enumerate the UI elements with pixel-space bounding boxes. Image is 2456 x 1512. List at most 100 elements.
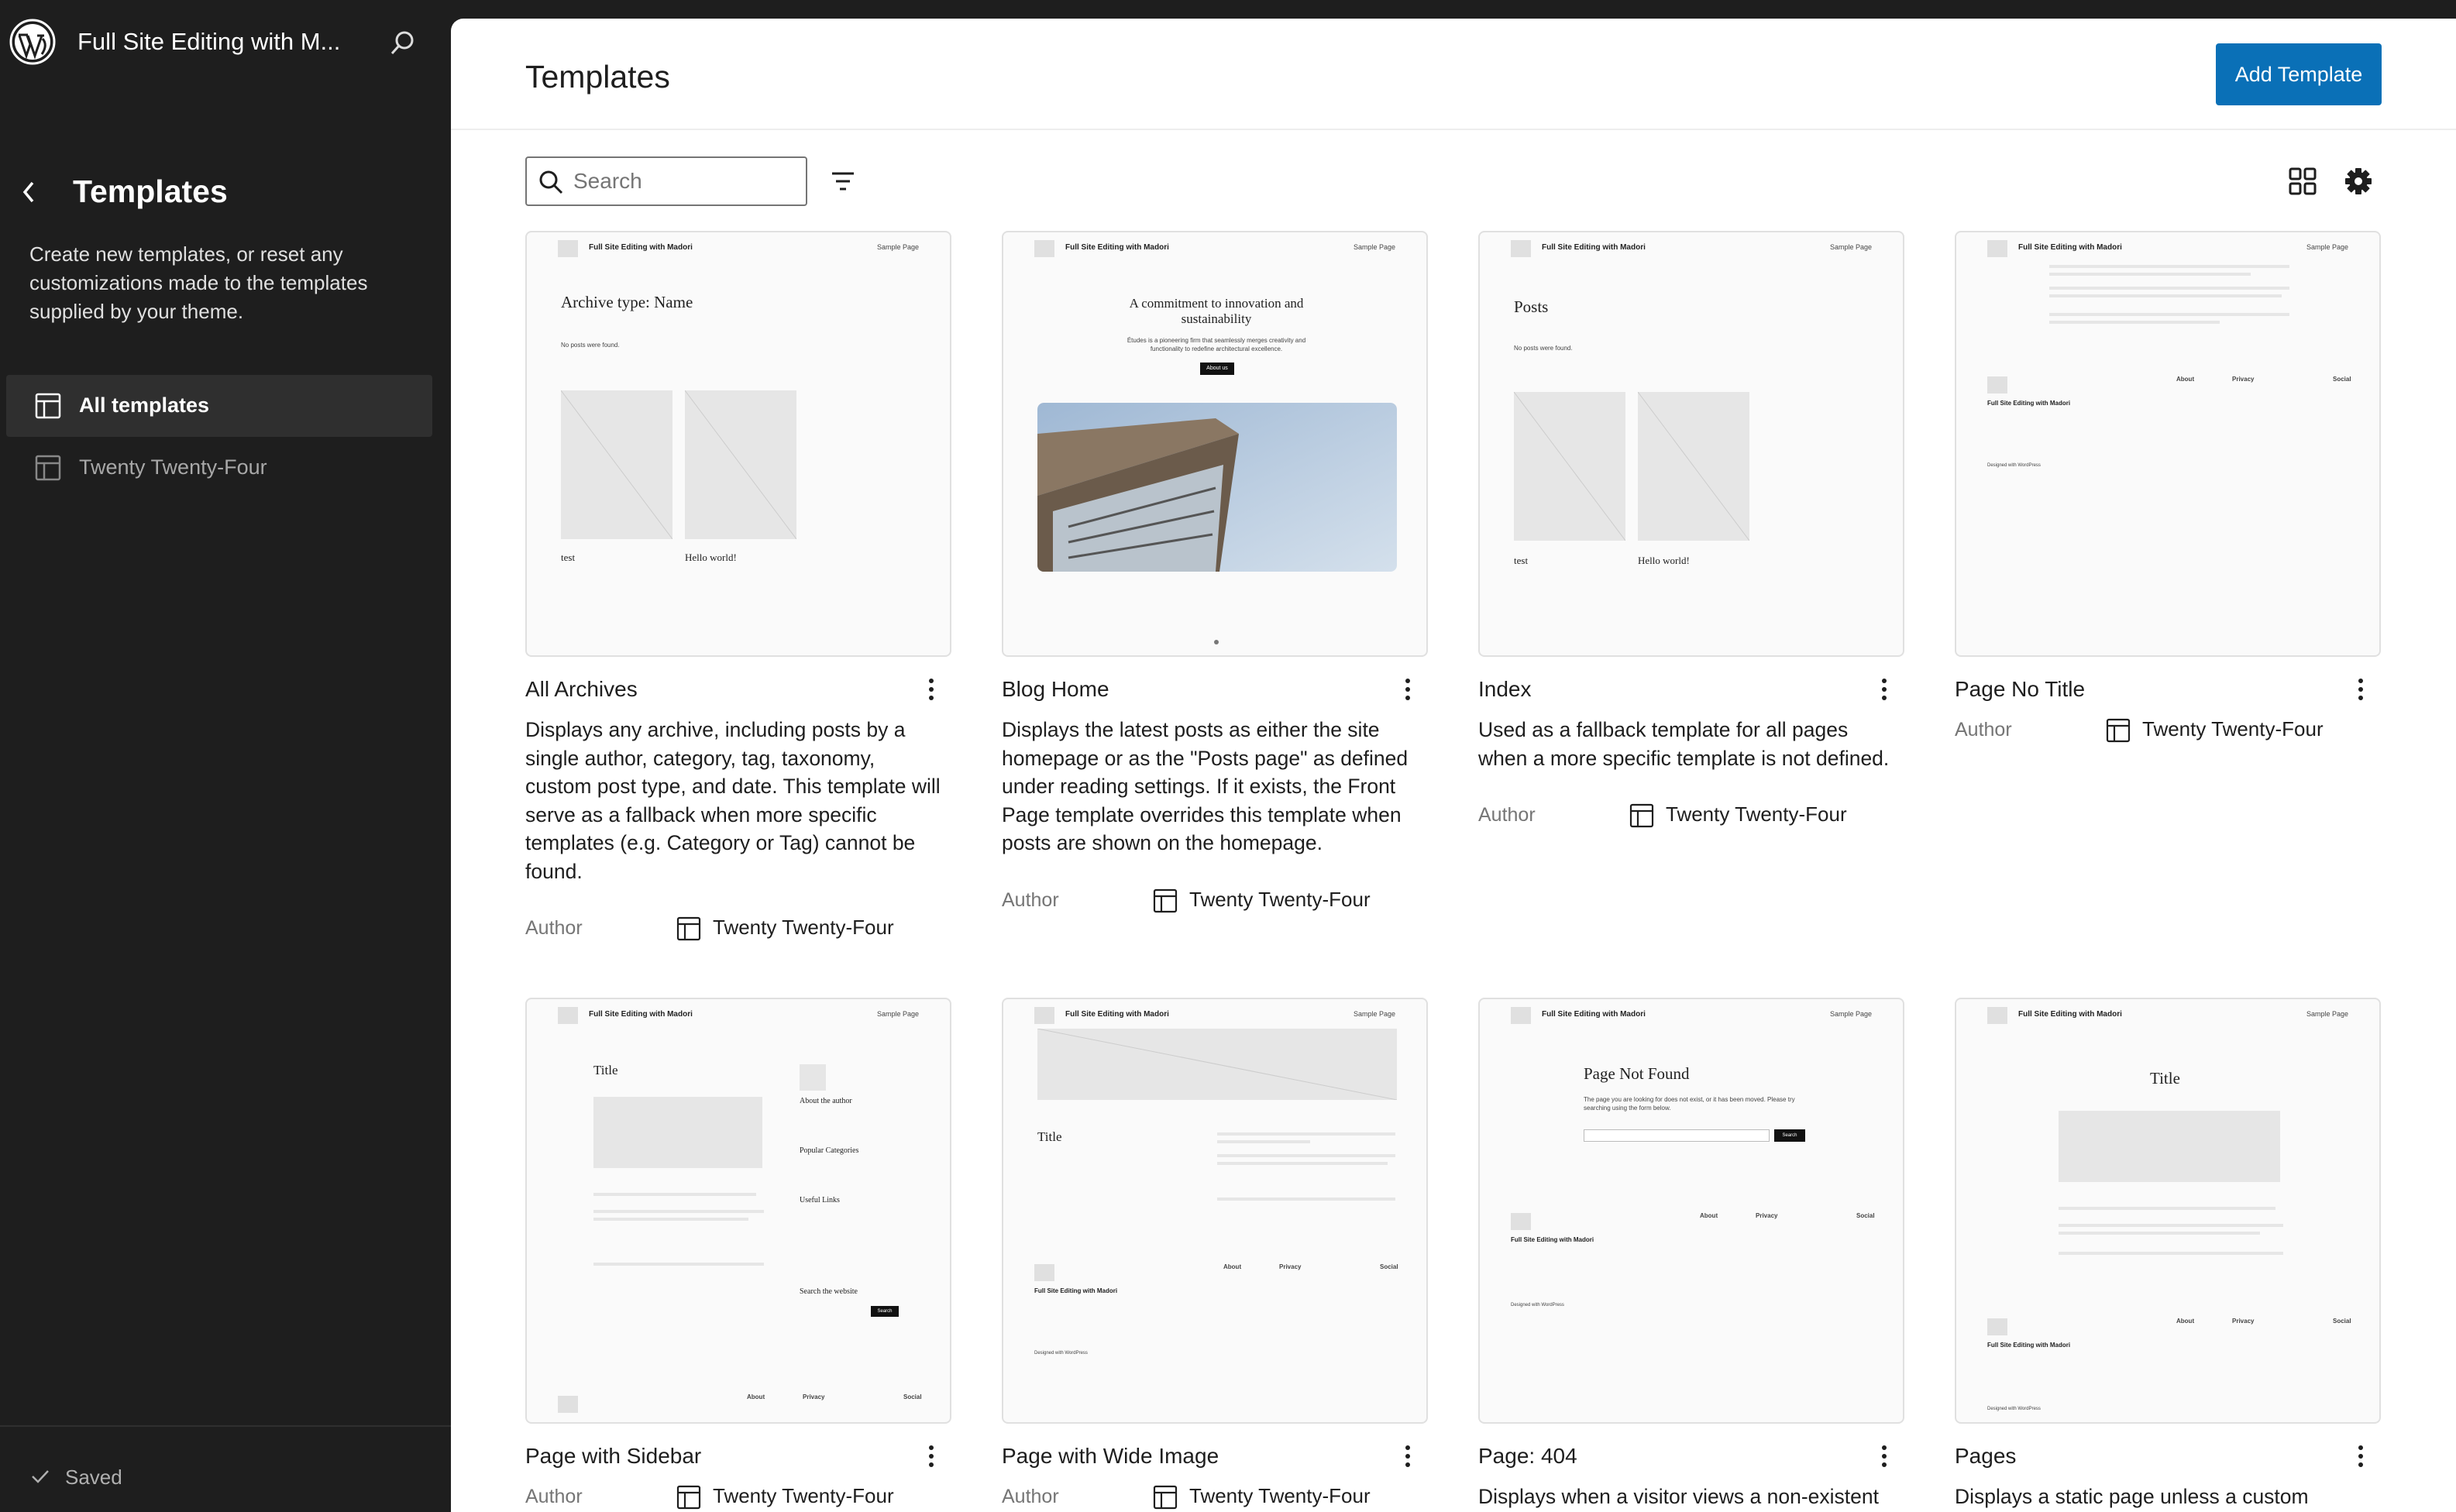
template-preview[interactable]: Full Site Editing with Madori Sample Pag… xyxy=(1478,231,1904,657)
more-vertical-icon[interactable] xyxy=(2350,1442,2372,1470)
thumb-heading: A commitment to innovation and sustainab… xyxy=(1129,296,1304,326)
template-preview[interactable]: Full Site Editing with Madori Sample Pag… xyxy=(1002,998,1428,1424)
more-vertical-icon[interactable] xyxy=(2350,675,2372,703)
thumb-text-line xyxy=(2049,265,2289,268)
card-description: Displays the latest posts as either the … xyxy=(1002,718,1409,854)
thumb-text-line xyxy=(1217,1154,1395,1157)
search-input[interactable] xyxy=(573,164,798,198)
thumb-sidebar-heading: Useful Links xyxy=(800,1196,840,1204)
thumb-footer-col: Privacy xyxy=(2232,376,2255,383)
thumb-logo xyxy=(558,1007,578,1024)
thumb-text-line xyxy=(2049,294,2282,297)
card-title[interactable]: Page: 404 xyxy=(1478,1444,1577,1469)
template-preview[interactable]: Full Site Editing with Madori Sample Pag… xyxy=(1955,998,2381,1424)
more-vertical-icon[interactable] xyxy=(920,1442,942,1470)
thumb-site-title: Full Site Editing with Madori xyxy=(2018,243,2122,252)
author-label: Author xyxy=(1955,719,2012,741)
card-title[interactable]: Pages xyxy=(1955,1444,2016,1469)
thumb-footer-logo xyxy=(1987,1318,2007,1335)
thumb-logo xyxy=(1987,240,2007,257)
author-label: Author xyxy=(1002,1486,1059,1507)
sidebar-title: Templates xyxy=(73,174,228,209)
author-name: Twenty Twenty-Four xyxy=(1666,802,1847,826)
thumb-text-line xyxy=(593,1218,748,1221)
thumb-footer-logo xyxy=(1034,1264,1054,1281)
thumb-logo xyxy=(558,240,578,257)
thumb-sidebar-heading: Popular Categories xyxy=(800,1146,859,1155)
sidebar-item-label: Twenty Twenty-Four xyxy=(79,455,267,479)
gear-icon[interactable] xyxy=(2340,163,2377,200)
thumb-logo xyxy=(1511,1007,1531,1024)
thumb-footer-site: Full Site Editing with Madori xyxy=(1034,1287,1118,1294)
template-preview[interactable]: Full Site Editing with Madori Sample Pag… xyxy=(525,998,951,1424)
thumb-post-title: Hello world! xyxy=(685,552,737,563)
layout-icon xyxy=(1153,1486,1178,1510)
thumb-credit: Designed with WordPress xyxy=(1034,1351,1088,1356)
template-preview[interactable]: Full Site Editing with Madori Sample Pag… xyxy=(1478,998,1904,1424)
thumb-text-line xyxy=(2059,1232,2260,1235)
more-vertical-icon[interactable] xyxy=(920,675,942,703)
template-preview[interactable]: Full Site Editing with Madori Sample Pag… xyxy=(1955,231,2381,657)
card-title[interactable]: Page No Title xyxy=(1955,677,2085,702)
sidebar-description: Create new templates, or reset any custo… xyxy=(29,242,368,323)
site-title[interactable]: Full Site Editing with M... xyxy=(77,28,356,56)
card-title[interactable]: All Archives xyxy=(525,677,638,702)
card-title[interactable]: Page with Sidebar xyxy=(525,1444,701,1469)
thumb-image-placeholder xyxy=(1514,392,1625,541)
card-title[interactable]: Index xyxy=(1478,677,1532,702)
thumb-text: No posts were found. xyxy=(1514,345,1573,352)
card-title[interactable]: Page with Wide Image xyxy=(1002,1444,1219,1469)
more-vertical-icon[interactable] xyxy=(1873,1442,1895,1470)
thumb-search-button: Search xyxy=(1774,1129,1805,1142)
thumb-footer-logo xyxy=(1511,1213,1531,1230)
more-vertical-icon[interactable] xyxy=(1397,675,1419,703)
thumb-footer-col: About xyxy=(1700,1212,1718,1219)
thumb-text-line xyxy=(2049,313,2289,316)
thumb-logo xyxy=(1034,1007,1054,1024)
search-icon[interactable] xyxy=(387,28,418,59)
thumb-search-input xyxy=(1584,1129,1770,1142)
card-title[interactable]: Blog Home xyxy=(1002,677,1109,702)
grid-view-icon[interactable] xyxy=(2286,164,2320,198)
thumb-footer-col: Privacy xyxy=(803,1393,825,1400)
add-template-button[interactable]: Add Template xyxy=(2216,43,2382,105)
more-vertical-icon[interactable] xyxy=(1873,675,1895,703)
thumb-text: The page you are looking for does not ex… xyxy=(1584,1096,1795,1112)
sidebar-item-all-templates[interactable]: All templates xyxy=(6,375,432,437)
wordpress-logo-icon[interactable] xyxy=(9,19,56,65)
thumb-footer-col: Social xyxy=(1380,1263,1398,1270)
thumb-text: Études is a pioneering firm that seamles… xyxy=(1127,337,1306,352)
layout-icon xyxy=(1629,804,1654,828)
card-author: Twenty Twenty-Four xyxy=(2105,717,2324,744)
template-preview[interactable]: Full Site Editing with Madori Sample Pag… xyxy=(1002,231,1428,657)
thumb-footer-site: Full Site Editing with Madori xyxy=(1511,1236,1594,1243)
thumb-text-line xyxy=(1217,1132,1395,1136)
layout-icon xyxy=(676,1486,701,1510)
thumb-sidebar-heading: About the author xyxy=(800,1097,852,1105)
thumb-logo xyxy=(1987,1007,2007,1024)
thumb-nav: Sample Page xyxy=(1353,1010,1395,1018)
site-header: Full Site Editing with M... xyxy=(0,0,451,87)
thumb-nav: Sample Page xyxy=(1353,243,1395,251)
thumb-text-line xyxy=(2049,287,2289,290)
layout-icon xyxy=(676,917,701,941)
search-field[interactable] xyxy=(525,156,807,206)
card-author: Twenty Twenty-Four xyxy=(676,916,894,942)
author-name: Twenty Twenty-Four xyxy=(713,1484,894,1507)
template-preview[interactable]: Full Site Editing with Madori Sample Pag… xyxy=(525,231,951,657)
chevron-left-icon[interactable] xyxy=(17,177,40,208)
author-label: Author xyxy=(1478,804,1536,826)
thumb-heading: Page Not Found xyxy=(1584,1064,1690,1083)
sidebar-item-twenty-twenty-four[interactable]: Twenty Twenty-Four xyxy=(6,437,432,499)
thumb-footer-col: Social xyxy=(2333,1318,2351,1325)
author-label: Author xyxy=(1002,889,1059,911)
more-vertical-icon[interactable] xyxy=(1397,1442,1419,1470)
thumb-nav: Sample Page xyxy=(1829,243,1872,251)
thumb-footer-col: Privacy xyxy=(1756,1212,1778,1219)
thumb-site-title: Full Site Editing with Madori xyxy=(589,1010,693,1019)
thumb-image-placeholder xyxy=(685,390,796,539)
thumb-heading: Title xyxy=(2150,1069,2180,1088)
thumb-text-line xyxy=(2049,273,2251,276)
filter-icon[interactable] xyxy=(826,164,860,198)
thumb-footer-col: About xyxy=(1223,1263,1242,1270)
